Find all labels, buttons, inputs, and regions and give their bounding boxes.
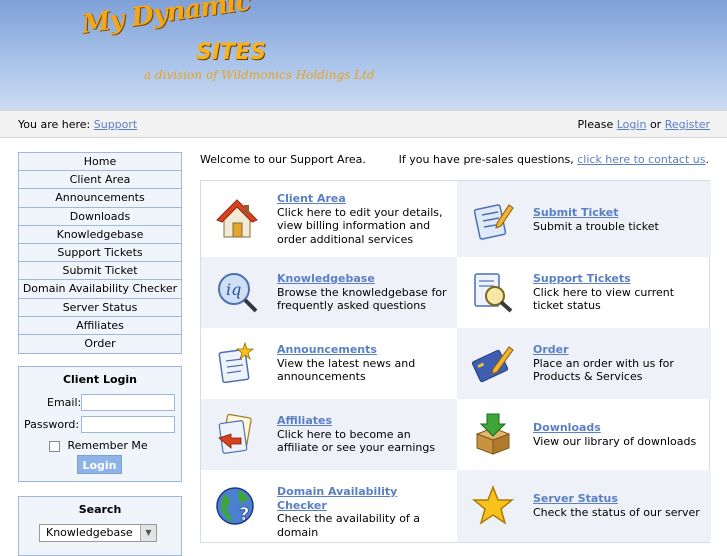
option-downloads-title[interactable]: Downloads bbox=[533, 421, 703, 435]
nav-item-submit-ticket[interactable]: Submit Ticket bbox=[19, 262, 181, 281]
option-client-area-text: Client Area Click here to edit your deta… bbox=[277, 192, 449, 246]
star-icon bbox=[471, 484, 515, 525]
option-client-area-desc: Click here to edit your details, view bi… bbox=[277, 205, 443, 246]
svg-text:?: ? bbox=[239, 504, 249, 525]
option-domain-checker-text: Domain Availability Checker Check the av… bbox=[277, 485, 449, 539]
email-field[interactable] bbox=[81, 394, 175, 411]
search-panel: Search Knowledgebase ▼ bbox=[18, 496, 182, 556]
order-icon bbox=[471, 346, 514, 383]
presales-end: . bbox=[705, 153, 710, 166]
nav-item-client-area[interactable]: Client Area bbox=[19, 171, 181, 190]
option-affiliates-title[interactable]: Affiliates bbox=[277, 414, 449, 428]
nav-item-support-tickets[interactable]: Support Tickets bbox=[19, 243, 181, 263]
client-login-panel: Client Login Email: Password: Remember M… bbox=[18, 366, 182, 482]
magnifier-document-icon bbox=[474, 273, 513, 313]
option-support-tickets-text: Support Tickets Click here to view curre… bbox=[533, 272, 703, 313]
option-knowledgebase-title[interactable]: Knowledgebase bbox=[277, 272, 449, 286]
login-button[interactable]: Login bbox=[77, 455, 122, 474]
option-submit-ticket-desc: Submit a trouble ticket bbox=[533, 219, 659, 233]
notepad-pencil-icon bbox=[473, 204, 514, 240]
option-domain-checker-title[interactable]: Domain Availability Checker bbox=[277, 485, 449, 512]
option-support-tickets-desc: Click here to view current ticket status bbox=[533, 285, 675, 313]
password-label: Password: bbox=[24, 418, 80, 431]
or-text: or bbox=[649, 118, 662, 131]
option-server-status-text: Server Status Check the status of our se… bbox=[533, 492, 703, 519]
breadcrumb-bar: You are here: Support Please Login or Re… bbox=[0, 110, 727, 138]
option-order[interactable]: Order Place an order with us for Product… bbox=[457, 328, 711, 399]
option-server-status[interactable]: Server Status Check the status of our se… bbox=[457, 470, 711, 542]
header-banner: My Dynamic SITES a division of Wildmonic… bbox=[0, 0, 727, 110]
search-title: Search bbox=[78, 503, 122, 516]
breadcrumb-support-link[interactable]: Support bbox=[94, 118, 137, 131]
nav-item-announcements[interactable]: Announcements bbox=[19, 189, 181, 208]
option-downloads[interactable]: Downloads View our library of downloads bbox=[457, 399, 711, 470]
login-link[interactable]: Login bbox=[617, 118, 647, 131]
option-announcements-text: Announcements View the latest news and a… bbox=[277, 343, 449, 384]
nav-item-downloads[interactable]: Downloads bbox=[19, 207, 181, 226]
option-knowledgebase[interactable]: iq Knowledgebase Browse the knowledgebas… bbox=[201, 257, 457, 328]
option-downloads-desc: View our library of downloads bbox=[533, 434, 697, 448]
globe-icon: ? bbox=[216, 487, 254, 525]
logo-line2: SITES bbox=[196, 40, 266, 65]
logo-tagline: a division of Wildmonics Holdings Ltd bbox=[144, 68, 375, 82]
auth-links: Please Login or Register bbox=[578, 118, 710, 131]
please-text: Please bbox=[577, 118, 614, 131]
option-affiliates-desc: Click here to become an affiliate or see… bbox=[277, 427, 436, 455]
email-label: Email: bbox=[47, 396, 82, 409]
option-knowledgebase-text: Knowledgebase Browse the knowledgebase f… bbox=[277, 272, 449, 313]
register-link[interactable]: Register bbox=[665, 118, 710, 131]
option-announcements-title[interactable]: Announcements bbox=[277, 343, 449, 357]
remember-me-label: Remember Me bbox=[67, 439, 148, 452]
presales-note: If you have pre-sales questions, click h… bbox=[399, 153, 709, 166]
nav-item-affiliates[interactable]: Affiliates bbox=[19, 316, 181, 335]
site-logo[interactable]: My Dynamic SITES a division of Wildmonic… bbox=[80, 0, 375, 82]
option-order-text: Order Place an order with us for Product… bbox=[533, 343, 703, 384]
logo-line1: My Dynamic bbox=[79, 0, 252, 40]
download-box-icon bbox=[475, 413, 511, 455]
affiliates-icon bbox=[218, 413, 252, 454]
option-server-status-desc: Check the status of our server bbox=[533, 505, 700, 519]
nav-item-knowledgebase[interactable]: Knowledgebase bbox=[19, 225, 181, 244]
svg-text:iq: iq bbox=[226, 280, 241, 299]
option-affiliates[interactable]: Affiliates Click here to become an affil… bbox=[201, 399, 457, 470]
search-type-select[interactable]: Knowledgebase ▼ bbox=[39, 524, 157, 542]
option-affiliates-text: Affiliates Click here to become an affil… bbox=[277, 414, 449, 455]
option-domain-checker-desc: Check the availability of a domain bbox=[277, 512, 421, 539]
nav-item-home[interactable]: Home bbox=[19, 153, 181, 172]
client-login-title: Client Login bbox=[62, 373, 138, 386]
option-submit-ticket-title[interactable]: Submit Ticket bbox=[533, 206, 703, 220]
breadcrumb: You are here: Support bbox=[18, 118, 137, 131]
contact-us-link[interactable]: click here to contact us bbox=[577, 153, 705, 166]
presales-text: If you have pre-sales questions, bbox=[398, 153, 574, 166]
option-submit-ticket-text: Submit Ticket Submit a trouble ticket bbox=[533, 206, 703, 233]
password-field[interactable] bbox=[81, 416, 175, 433]
announcement-icon bbox=[218, 341, 255, 384]
option-knowledgebase-desc: Browse the knowledgebase for frequently … bbox=[277, 285, 447, 313]
search-type-value: Knowledgebase bbox=[46, 526, 133, 539]
option-server-status-title[interactable]: Server Status bbox=[533, 492, 703, 506]
option-announcements-desc: View the latest news and announcements bbox=[277, 356, 416, 384]
option-downloads-text: Downloads View our library of downloads bbox=[533, 421, 703, 448]
option-order-title[interactable]: Order bbox=[533, 343, 703, 357]
breadcrumb-prefix: You are here: bbox=[18, 118, 91, 131]
chevron-down-icon[interactable]: ▼ bbox=[140, 525, 156, 541]
welcome-text: Welcome to our Support Area. bbox=[200, 153, 366, 166]
option-client-area-title[interactable]: Client Area bbox=[277, 192, 449, 206]
option-submit-ticket[interactable]: Submit Ticket Submit a trouble ticket bbox=[457, 181, 711, 257]
option-client-area[interactable]: Client Area Click here to edit your deta… bbox=[201, 181, 457, 257]
nav-item-server-status[interactable]: Server Status bbox=[19, 298, 181, 317]
option-announcements[interactable]: Announcements View the latest news and a… bbox=[201, 328, 457, 399]
knowledgebase-icon: iq bbox=[218, 273, 258, 313]
remember-me-row: Remember Me bbox=[49, 439, 148, 452]
house-icon bbox=[216, 199, 258, 238]
option-support-tickets-title[interactable]: Support Tickets bbox=[533, 272, 703, 286]
option-support-tickets[interactable]: Support Tickets Click here to view curre… bbox=[457, 257, 711, 328]
nav-item-order[interactable]: Order bbox=[19, 334, 181, 354]
option-domain-checker[interactable]: ? Domain Availability Checker Check the … bbox=[201, 470, 457, 542]
nav-item-domain-checker[interactable]: Domain Availability Checker bbox=[19, 280, 181, 299]
sidebar-nav: Home Client Area Announcements Downloads… bbox=[18, 152, 182, 355]
remember-me-checkbox[interactable] bbox=[49, 440, 60, 452]
support-options-grid: Client Area Click here to edit your deta… bbox=[200, 180, 711, 543]
option-order-desc: Place an order with us for Products & Se… bbox=[533, 356, 674, 384]
